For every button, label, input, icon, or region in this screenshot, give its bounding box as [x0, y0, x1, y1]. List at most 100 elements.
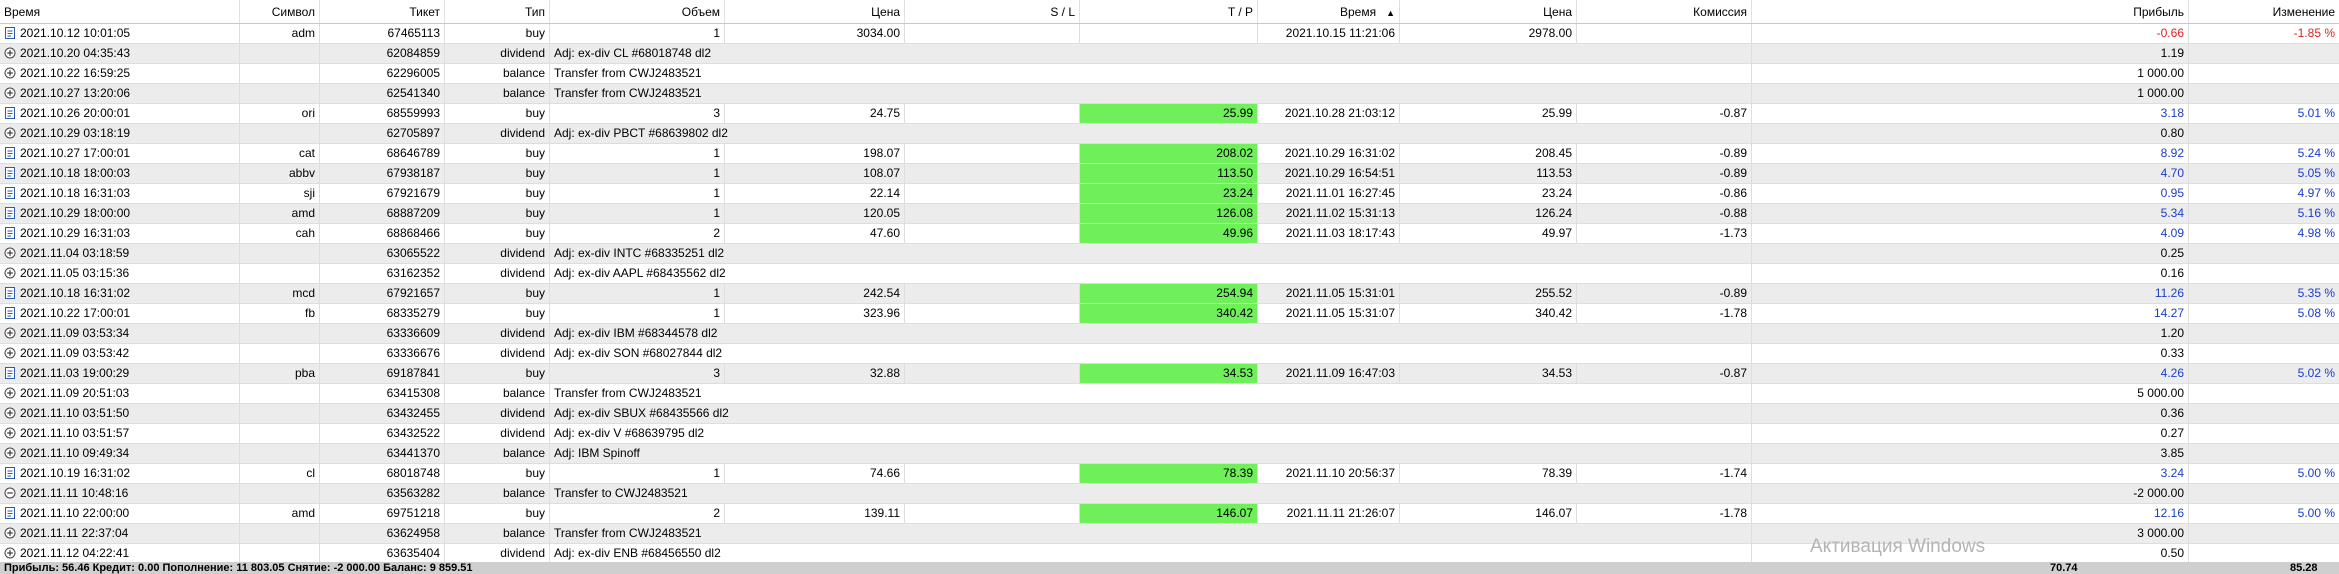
table-row[interactable]: 2021.11.10 09:49:34 63441370 balance Adj: I…: [0, 444, 2339, 464]
col-header-symbol[interactable]: Символ: [240, 0, 320, 23]
deposit-plus-icon: [4, 47, 16, 59]
deposit-plus-icon: [4, 67, 16, 79]
col-header-close-time[interactable]: Время ▲: [1258, 0, 1400, 23]
cell-time-text: 2021.11.10 09:49:34: [20, 446, 130, 460]
table-row[interactable]: 2021.10.20 04:35:43 62084859 dividend Adj: …: [0, 44, 2339, 64]
cell-sl: [905, 104, 1080, 123]
table-row[interactable]: 2021.11.11 22:37:04 63624958 balance Transf…: [0, 524, 2339, 544]
table-row[interactable]: 2021.11.09 20:51:03 63415308 balance Transf…: [0, 384, 2339, 404]
cell-symbol: [240, 404, 320, 423]
cell-volume: 1: [550, 24, 725, 43]
cell-tp: 146.07: [1080, 504, 1258, 523]
col-header-close-price[interactable]: Цена: [1400, 0, 1577, 23]
table-row[interactable]: 2021.10.29 03:18:19 62705897 dividend Adj: …: [0, 124, 2339, 144]
table-row[interactable]: 2021.10.18 18:00:03 abbv 67938187 buy 1 108.0…: [0, 164, 2339, 184]
cell-type: balance: [445, 84, 550, 103]
table-row[interactable]: 2021.11.10 22:00:00 amd 69751218 buy 2 139.11…: [0, 504, 2339, 524]
table-row[interactable]: 2021.11.09 03:53:34 63336609 dividend Adj: …: [0, 324, 2339, 344]
table-row[interactable]: 2021.10.26 20:00:01 ori 68559993 buy 3 24.75 2…: [0, 104, 2339, 124]
cell-comment: Transfer from CWJ2483521: [550, 384, 1752, 403]
cell-tp: 254.94: [1080, 284, 1258, 303]
table-row[interactable]: 2021.11.12 04:22:41 63635404 dividend Adj: …: [0, 544, 2339, 564]
deposit-plus-icon: [4, 447, 16, 459]
cell-price: 120.05: [725, 204, 905, 223]
cell-time-text: 2021.10.12 10:01:05: [20, 26, 131, 40]
cell-type: dividend: [445, 344, 550, 363]
cell-profit: 4.09: [1752, 224, 2189, 243]
cell-type: buy: [445, 184, 550, 203]
cell-time: 2021.10.29 18:00:00: [0, 204, 240, 223]
col-header-profit[interactable]: Прибыль: [1752, 0, 2189, 23]
cell-time-text: 2021.10.20 04:35:43: [20, 46, 131, 60]
cell-price: 3034.00: [725, 24, 905, 43]
cell-symbol: [240, 484, 320, 503]
cell-type: buy: [445, 304, 550, 323]
col-header-type[interactable]: Тип: [445, 0, 550, 23]
cell-change: -1.85 %: [2293, 26, 2335, 40]
cell-time-text: 2021.10.27 13:20:06: [20, 86, 131, 100]
cell-commission: -0.86: [1577, 184, 1752, 203]
cell-time: 2021.11.11 22:37:04: [0, 524, 240, 543]
cell-type: dividend: [445, 404, 550, 423]
cell-ticket: 68335279: [320, 304, 445, 323]
cell-commission: -1.78: [1577, 304, 1752, 323]
cell-change: [2189, 444, 2339, 463]
col-header-sl[interactable]: S / L: [905, 0, 1080, 23]
table-row[interactable]: 2021.10.22 17:00:01 fb 68335279 buy 1 323.96 3…: [0, 304, 2339, 324]
table-row[interactable]: 2021.10.22 16:59:25 62296005 balance Transf…: [0, 64, 2339, 84]
table-row[interactable]: 2021.10.27 13:20:06 62541340 balance Transf…: [0, 84, 2339, 104]
trade-document-icon: [4, 187, 16, 199]
cell-tp: 25.99: [1080, 104, 1258, 123]
cell-profit: 0.16: [1752, 264, 2189, 283]
cell-ticket: 63065522: [320, 244, 445, 263]
table-row[interactable]: 2021.11.04 03:18:59 63065522 dividend Adj: …: [0, 244, 2339, 264]
table-row[interactable]: 2021.11.10 03:51:50 63432455 dividend Adj: …: [0, 404, 2339, 424]
table-row[interactable]: 2021.10.27 17:00:01 cat 68646789 buy 1 198.07…: [0, 144, 2339, 164]
sort-ascending-icon: ▲: [1386, 8, 1395, 18]
cell-comment: Transfer from CWJ2483521: [550, 64, 1752, 83]
table-row[interactable]: 2021.10.18 16:31:02 mcd 67921657 buy 1 242.54…: [0, 284, 2339, 304]
col-header-change[interactable]: Изменение: [2189, 0, 2339, 23]
cell-time: 2021.10.18 18:00:03: [0, 164, 240, 183]
col-header-tp[interactable]: T / P: [1080, 0, 1258, 23]
col-header-commission[interactable]: Комиссия: [1577, 0, 1752, 23]
table-row[interactable]: 2021.10.29 16:31:03 cah 68868466 buy 2 47.60 4…: [0, 224, 2339, 244]
cell-ticket: 62541340: [320, 84, 445, 103]
table-row[interactable]: 2021.10.19 16:31:02 cl 68018748 buy 1 74.66 78…: [0, 464, 2339, 484]
cell-comment: Transfer from CWJ2483521: [550, 84, 1752, 103]
col-header-price[interactable]: Цена: [725, 0, 905, 23]
cell-commission: -1.78: [1577, 504, 1752, 523]
col-header-ticket[interactable]: Тикет: [320, 0, 445, 23]
table-row[interactable]: 2021.11.09 03:53:42 63336676 dividend Adj: …: [0, 344, 2339, 364]
col-header-volume[interactable]: Объем: [550, 0, 725, 23]
cell-commission: -1.74: [1577, 464, 1752, 483]
deposit-plus-icon: [4, 247, 16, 259]
deposit-plus-icon: [4, 387, 16, 399]
cell-ticket: 62705897: [320, 124, 445, 143]
cell-change: 4.97 %: [2297, 186, 2335, 200]
table-row[interactable]: 2021.10.12 10:01:05 adm 67465113 buy 1 3034.0…: [0, 24, 2339, 44]
table-row[interactable]: 2021.10.18 16:31:03 sji 67921679 buy 1 22.14 2…: [0, 184, 2339, 204]
cell-symbol: [240, 324, 320, 343]
cell-time-text: 2021.10.18 16:31:03: [20, 186, 131, 200]
cell-symbol: adm: [240, 24, 320, 43]
cell-price: 22.14: [725, 184, 905, 203]
cell-comment: Adj: ex-div INTC #68335251 dl2: [550, 244, 1752, 263]
table-row[interactable]: 2021.11.03 19:00:29 pba 69187841 buy 3 32.88 3…: [0, 364, 2339, 384]
cell-time: 2021.10.19 16:31:02: [0, 464, 240, 483]
table-row[interactable]: 2021.11.05 03:15:36 63162352 dividend Adj: …: [0, 264, 2339, 284]
cell-time-text: 2021.10.29 18:00:00: [20, 206, 131, 220]
cell-ticket: 63635404: [320, 544, 445, 563]
cell-close-price: 340.42: [1400, 304, 1577, 323]
cell-change: [2189, 544, 2339, 563]
cell-time-text: 2021.11.11 22:37:04: [20, 526, 129, 540]
cell-profit: 4.70: [1752, 164, 2189, 183]
cell-profit: -2 000.00: [1752, 484, 2189, 503]
table-row[interactable]: 2021.11.10 03:51:57 63432522 dividend Adj: …: [0, 424, 2339, 444]
table-row[interactable]: 2021.10.29 18:00:00 amd 68887209 buy 1 120.05…: [0, 204, 2339, 224]
trade-document-icon: [4, 167, 16, 179]
table-row[interactable]: 2021.11.11 10:48:16 63563282 balance Transf…: [0, 484, 2339, 504]
col-header-time[interactable]: Время: [0, 0, 240, 23]
cell-profit: 0.95: [1752, 184, 2189, 203]
cell-change: 5.01 %: [2297, 106, 2335, 120]
